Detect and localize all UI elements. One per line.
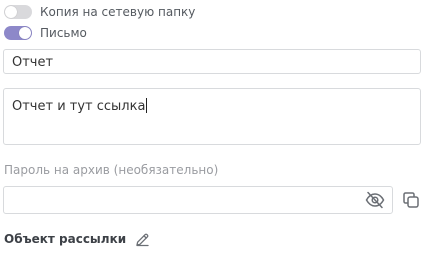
subject-value: Отчет xyxy=(12,55,54,70)
copy-icon[interactable] xyxy=(400,189,422,211)
text-caret xyxy=(146,98,148,113)
mailing-object-heading: Объект рассылки xyxy=(4,231,150,247)
network-folder-copy-label: Копия на сетевую папку xyxy=(40,5,196,19)
toggle-knob xyxy=(5,6,17,18)
toggle-knob xyxy=(19,27,31,39)
letter-toggle-row[interactable]: Письмо xyxy=(4,25,87,41)
pencil-icon[interactable] xyxy=(134,231,150,247)
body-value: Отчет и тут ссылка xyxy=(12,99,146,114)
letter-toggle[interactable] xyxy=(4,26,32,40)
mailing-object-title: Объект рассылки xyxy=(4,232,127,246)
letter-label: Письмо xyxy=(40,26,87,40)
network-folder-copy-toggle-row[interactable]: Копия на сетевую папку xyxy=(4,4,195,20)
body-textarea[interactable]: Отчет и тут ссылка xyxy=(3,88,421,145)
network-folder-copy-toggle[interactable] xyxy=(4,5,32,19)
eye-off-icon[interactable] xyxy=(364,190,386,210)
archive-password-label: Пароль на архив (необязательно) xyxy=(4,163,219,177)
archive-password-input[interactable] xyxy=(3,186,393,214)
subject-input[interactable]: Отчет xyxy=(3,49,421,74)
